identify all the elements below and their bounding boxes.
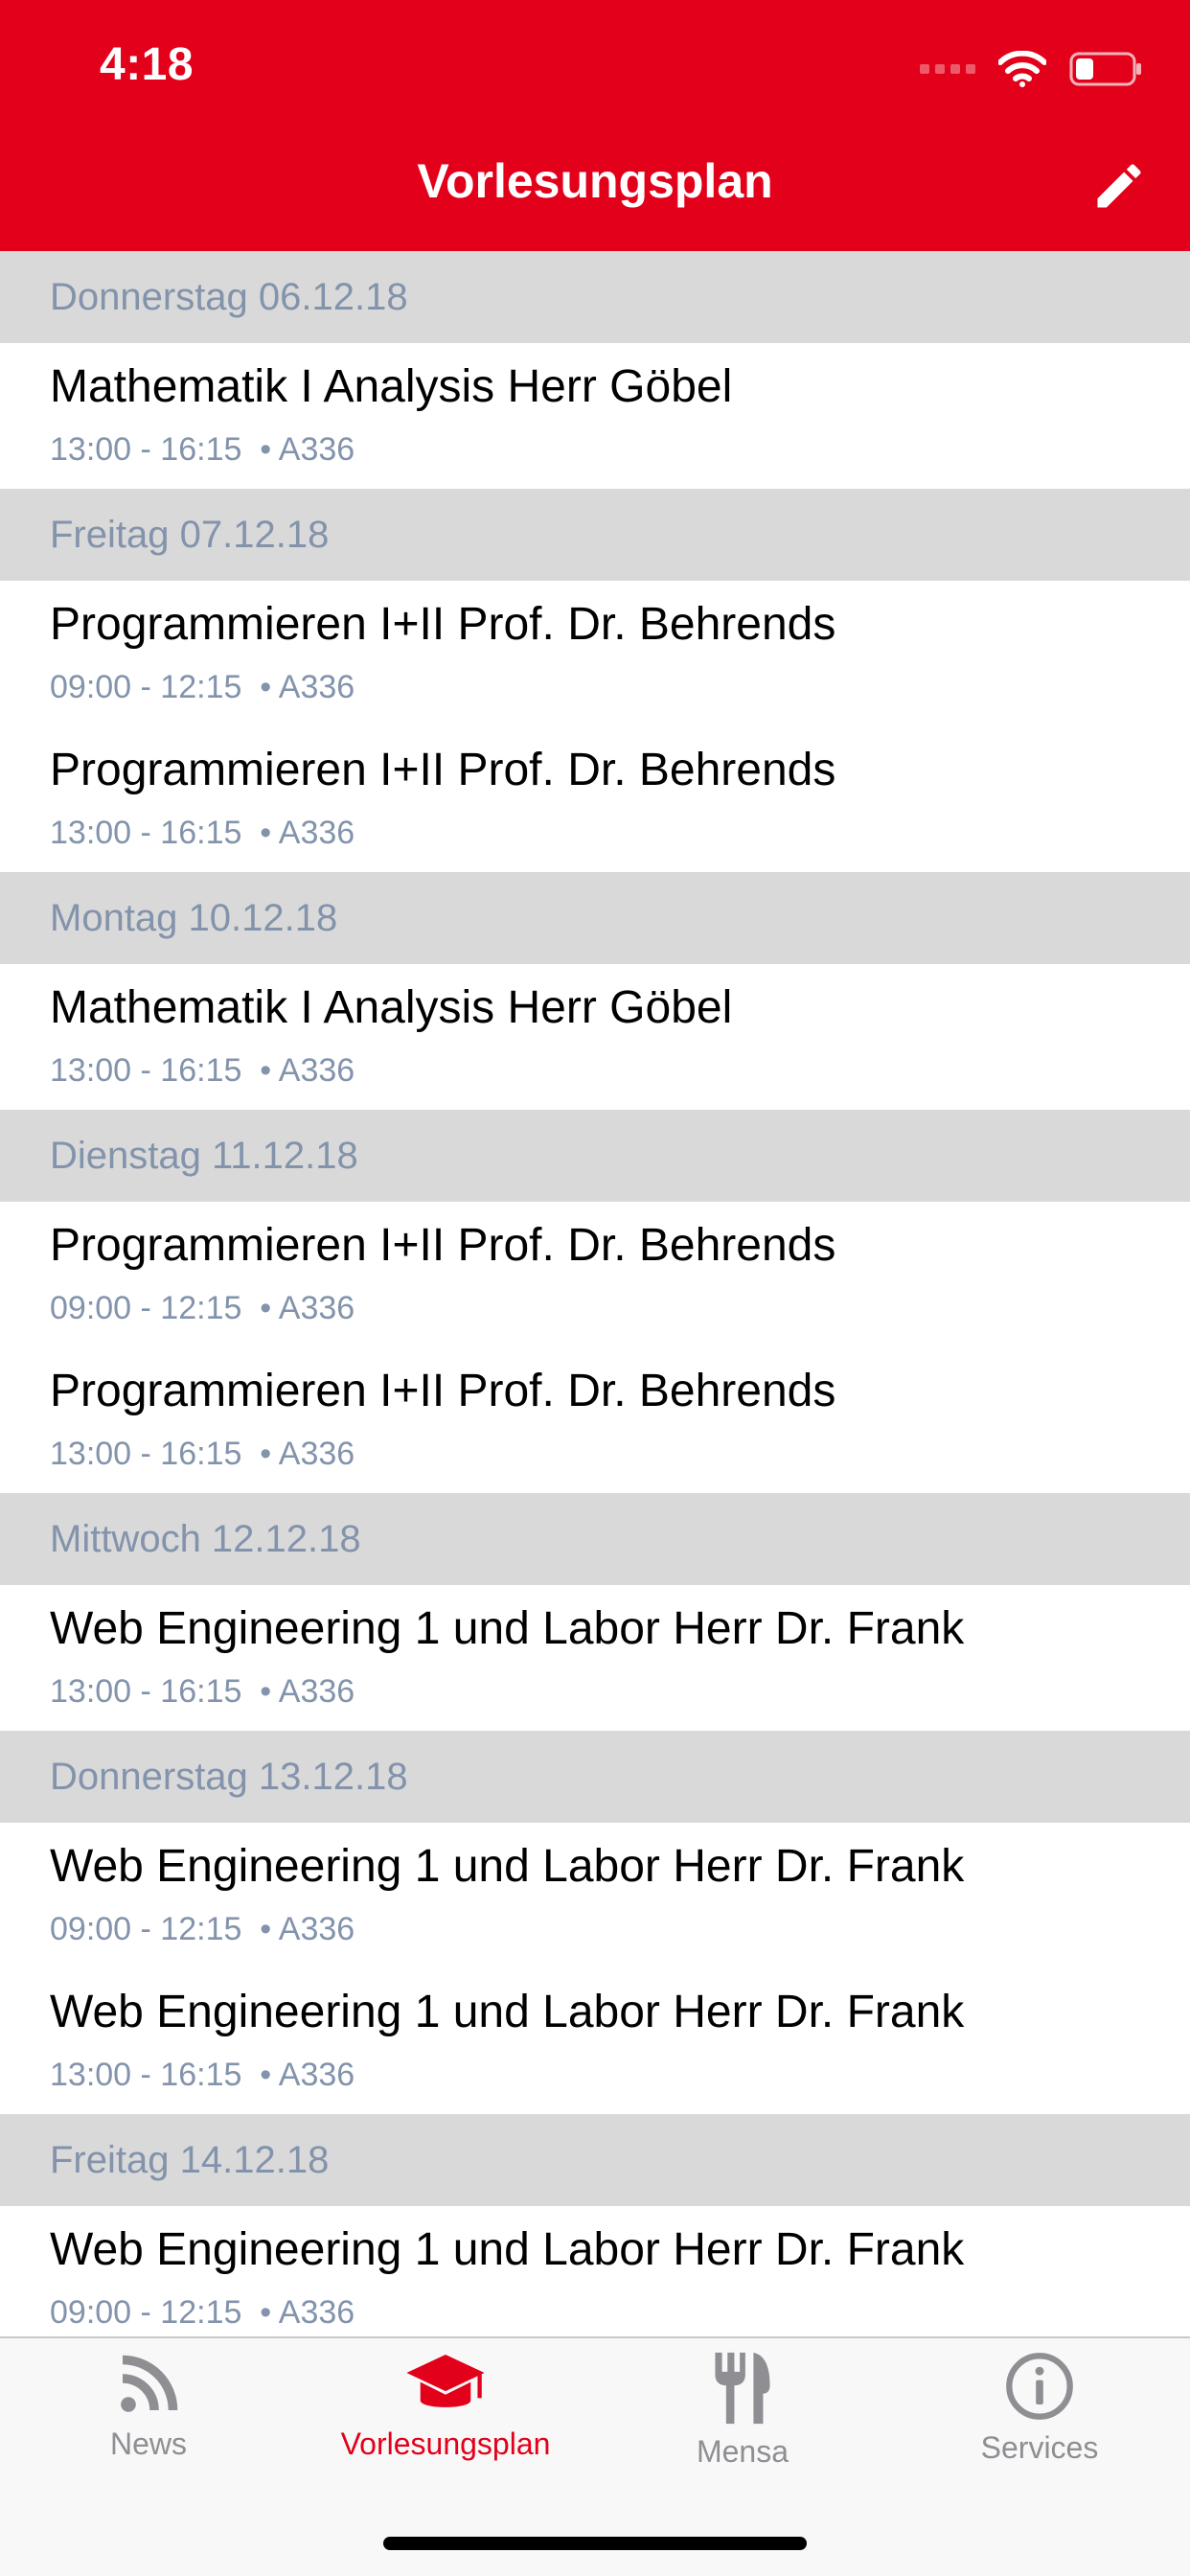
lecture-row[interactable]: Programmieren I+II Prof. Dr. Behrends 13:…: [0, 726, 1190, 872]
lecture-row[interactable]: Programmieren I+II Prof. Dr. Behrends 13:…: [0, 1347, 1190, 1493]
lecture-time: 13:00 - 16:15: [50, 815, 242, 851]
lecture-title: Programmieren I+II Prof. Dr. Behrends: [50, 745, 836, 795]
wifi-icon: [998, 51, 1046, 87]
lecture-title: Web Engineering 1 und Labor Herr Dr. Fra…: [50, 2224, 965, 2275]
status-time: 4:18: [100, 39, 195, 90]
tab-news-label: News: [109, 2426, 187, 2461]
lecture-room: • A336: [260, 2057, 355, 2093]
lecture-time: 13:00 - 16:15: [50, 1436, 242, 1472]
lecture-row[interactable]: Mathematik I Analysis Herr Göbel 13:00 - …: [0, 343, 1190, 489]
lecture-details: 09:00 - 12:15 • A336: [50, 1290, 355, 1327]
header-bar: 4:18 Vorlesungsplan: [0, 0, 1190, 251]
page-title: Vorlesungsplan: [417, 154, 773, 208]
lecture-row[interactable]: Programmieren I+II Prof. Dr. Behrends 09:…: [0, 1202, 1190, 1347]
screen: 4:18 Vorlesungsplan Donnerstag 06.12.18 …: [0, 0, 1190, 2576]
lecture-title: Web Engineering 1 und Labor Herr Dr. Fra…: [50, 1603, 965, 1654]
lecture-room: • A336: [260, 431, 355, 468]
lecture-time: 09:00 - 12:15: [50, 2294, 242, 2331]
lecture-title: Web Engineering 1 und Labor Herr Dr. Fra…: [50, 1841, 965, 1892]
battery-icon: [1069, 52, 1141, 86]
tab-mensa-label: Mensa: [696, 2434, 790, 2469]
day-section-header: Montag 10.12.18: [0, 872, 1190, 964]
schedule-list[interactable]: Donnerstag 06.12.18 Mathematik I Analysis…: [0, 251, 1190, 2336]
info-icon: [1006, 2353, 1073, 2420]
tab-vorlesungsplan[interactable]: Vorlesungsplan: [297, 2338, 594, 2501]
lecture-title: Programmieren I+II Prof. Dr. Behrends: [50, 1366, 836, 1416]
lecture-room: • A336: [260, 2294, 355, 2331]
edit-button[interactable]: [1083, 150, 1156, 222]
lecture-title: Mathematik I Analysis Herr Göbel: [50, 982, 733, 1033]
lecture-row[interactable]: Web Engineering 1 und Labor Herr Dr. Fra…: [0, 2206, 1190, 2336]
lecture-details: 13:00 - 16:15 • A336: [50, 431, 355, 469]
lecture-time: 13:00 - 16:15: [50, 1673, 242, 1710]
status-icons: [920, 46, 1144, 92]
lecture-row[interactable]: Mathematik I Analysis Herr Göbel 13:00 - …: [0, 964, 1190, 1110]
day-section-header: Freitag 07.12.18: [0, 489, 1190, 581]
lecture-time: 09:00 - 12:15: [50, 669, 242, 705]
lecture-row[interactable]: Programmieren I+II Prof. Dr. Behrends 09:…: [0, 581, 1190, 726]
tab-news[interactable]: News: [0, 2338, 297, 2501]
day-section-header: Dienstag 11.12.18: [0, 1110, 1190, 1202]
lecture-row[interactable]: Web Engineering 1 und Labor Herr Dr. Fra…: [0, 1823, 1190, 1968]
lecture-room: • A336: [260, 1673, 355, 1710]
lecture-title: Mathematik I Analysis Herr Göbel: [50, 361, 733, 412]
day-section-header: Donnerstag 13.12.18: [0, 1731, 1190, 1823]
cellular-signal-icon: [920, 64, 975, 74]
lecture-time: 13:00 - 16:15: [50, 1052, 242, 1089]
tab-services[interactable]: Services: [891, 2338, 1188, 2501]
lecture-room: • A336: [260, 1290, 355, 1326]
lecture-room: • A336: [260, 1052, 355, 1089]
tab-mensa[interactable]: Mensa: [594, 2338, 891, 2501]
lecture-row[interactable]: Web Engineering 1 und Labor Herr Dr. Fra…: [0, 1968, 1190, 2114]
lecture-time: 13:00 - 16:15: [50, 2057, 242, 2093]
lecture-details: 09:00 - 12:15 • A336: [50, 669, 355, 706]
lecture-time: 13:00 - 16:15: [50, 431, 242, 468]
lecture-time: 09:00 - 12:15: [50, 1290, 242, 1326]
lecture-room: • A336: [260, 1911, 355, 1947]
lecture-title: Web Engineering 1 und Labor Herr Dr. Fra…: [50, 1987, 965, 2037]
day-section-header: Donnerstag 06.12.18: [0, 251, 1190, 343]
lecture-room: • A336: [260, 815, 355, 851]
lecture-room: • A336: [260, 669, 355, 705]
pencil-icon: [1097, 164, 1141, 208]
lecture-details: 13:00 - 16:15 • A336: [50, 815, 355, 852]
lecture-details: 09:00 - 12:15 • A336: [50, 1911, 355, 1948]
day-section-header: Mittwoch 12.12.18: [0, 1493, 1190, 1585]
tab-services-label: Services: [980, 2430, 1099, 2465]
lecture-row[interactable]: Web Engineering 1 und Labor Herr Dr. Fra…: [0, 1585, 1190, 1731]
lecture-time: 09:00 - 12:15: [50, 1911, 242, 1947]
tab-vorlesungsplan-label: Vorlesungsplan: [340, 2426, 551, 2461]
home-indicator: [383, 2537, 807, 2550]
fork-knife-icon: [715, 2352, 770, 2425]
rss-icon: [121, 2355, 178, 2412]
lecture-details: 13:00 - 16:15 • A336: [50, 1673, 355, 1711]
lecture-title: Programmieren I+II Prof. Dr. Behrends: [50, 599, 836, 650]
day-section-header: Freitag 14.12.18: [0, 2114, 1190, 2206]
lecture-title: Programmieren I+II Prof. Dr. Behrends: [50, 1220, 836, 1271]
lecture-details: 13:00 - 16:15 • A336: [50, 2057, 355, 2094]
lecture-room: • A336: [260, 1436, 355, 1472]
lecture-details: 09:00 - 12:15 • A336: [50, 2294, 355, 2332]
lecture-details: 13:00 - 16:15 • A336: [50, 1052, 355, 1090]
lecture-details: 13:00 - 16:15 • A336: [50, 1436, 355, 1473]
graduation-cap-icon: [406, 2354, 485, 2407]
